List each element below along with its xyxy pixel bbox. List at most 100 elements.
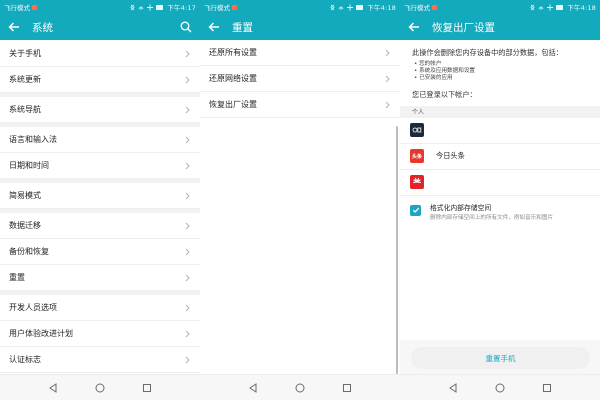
- bullet-item: • 已安装的应用: [414, 75, 453, 82]
- system-panel: 飞行模式 下午4:17 系统 关于手机 系统更新 系统导航 语言和输入法 日期和…: [0, 0, 200, 400]
- status-bar: 飞行模式 下午4:17: [0, 0, 200, 14]
- list-item[interactable]: 备份和恢复: [0, 239, 200, 265]
- chevron-right-icon: [383, 74, 391, 84]
- status-time: 下午4:18: [567, 4, 596, 12]
- status-time: 下午4:17: [167, 4, 196, 12]
- list-item[interactable]: 简易模式: [0, 183, 200, 209]
- account-item: 头条 今日头条: [400, 144, 600, 170]
- app-toolbar: 恢复出厂设置: [400, 14, 600, 40]
- list-item[interactable]: 认证标志: [0, 347, 200, 373]
- chevron-right-icon: [183, 273, 191, 283]
- chevron-right-icon: [383, 48, 391, 58]
- list-item[interactable]: 重置: [0, 265, 200, 291]
- factory-reset-panel: 飞行模式 下午4:18 恢复出厂设置 此操作会删除您内存设备中的部分数据，包括：: [400, 0, 600, 400]
- list-item-label: 恢复出厂设置: [209, 100, 257, 109]
- list-item[interactable]: 系统导航: [0, 97, 200, 123]
- chevron-right-icon: [183, 105, 191, 115]
- chevron-right-icon: [183, 135, 191, 145]
- reset-options-list: 还原所有设置 还原网络设置 恢复出厂设置: [200, 40, 400, 118]
- status-mode: 飞行模式: [404, 4, 430, 12]
- reset-description: 此操作会删除您内存设备中的部分数据，包括：: [412, 48, 563, 57]
- list-item-label: 用户体验改进计划: [9, 329, 73, 338]
- navigation-bar: [200, 374, 400, 400]
- huawei-icon: [410, 175, 424, 190]
- status-icons: [530, 4, 564, 10]
- format-storage-checkbox[interactable]: [410, 204, 421, 216]
- list-item-label: 还原网络设置: [209, 74, 257, 83]
- back-arrow-icon[interactable]: [6, 19, 22, 35]
- list-item-label: 还原所有设置: [209, 48, 257, 57]
- notification-icon: [432, 4, 437, 10]
- list-item[interactable]: 恢复出厂设置: [200, 92, 400, 118]
- chevron-right-icon: [383, 100, 391, 110]
- chevron-right-icon: [183, 303, 191, 313]
- status-time: 下午4:18: [367, 4, 396, 12]
- data-bullet-list: • 您的帐户 • 系统及应用数据和设置 • 已安装的应用: [400, 58, 600, 83]
- scrollbar[interactable]: [396, 126, 398, 374]
- chevron-right-icon: [183, 191, 191, 201]
- list-item[interactable]: 用户体验改进计划: [0, 321, 200, 347]
- notification-icon: [232, 4, 237, 10]
- list-item[interactable]: 数据迁移: [0, 213, 200, 239]
- list-item-label: 备份和恢复: [9, 247, 49, 256]
- status-bar: 飞行模式 下午4:18: [200, 0, 400, 14]
- account-item: [400, 170, 600, 196]
- chevron-right-icon: [183, 161, 191, 171]
- reset-panel: 飞行模式 下午4:18 重置 还原所有设置 还原网络设置 恢复出厂设置: [200, 0, 400, 400]
- format-storage-option: 格式化内部存储空间 删除内部存储空间上的所有文件，例如音乐和图片: [400, 196, 600, 223]
- back-arrow-icon[interactable]: [406, 19, 422, 35]
- status-icons: [330, 4, 364, 10]
- search-icon[interactable]: [178, 19, 194, 35]
- nav-home-icon[interactable]: [493, 381, 507, 395]
- list-item[interactable]: 开发人员选项: [0, 295, 200, 321]
- list-item[interactable]: 系统更新: [0, 67, 200, 93]
- list-item-label: 系统导航: [9, 105, 41, 114]
- list-item[interactable]: 还原所有设置: [200, 40, 400, 66]
- chevron-right-icon: [183, 49, 191, 59]
- nav-back-icon[interactable]: [446, 381, 460, 395]
- nav-recents-icon[interactable]: [340, 381, 354, 395]
- reset-phone-button[interactable]: 重置手机: [411, 347, 590, 369]
- list-item-label: 日期和时间: [9, 161, 49, 170]
- nav-back-icon[interactable]: [46, 381, 60, 395]
- page-title: 系统: [32, 21, 53, 34]
- checkbox-subtitle: 删除内部存储空间上的所有文件，例如音乐和图片: [430, 214, 554, 221]
- page-title: 重置: [232, 21, 253, 34]
- list-item-label: 关于手机: [9, 49, 41, 58]
- nav-home-icon[interactable]: [93, 381, 107, 395]
- chevron-right-icon: [183, 355, 191, 365]
- chevron-right-icon: [183, 329, 191, 339]
- list-item-label: 认证标志: [9, 355, 41, 364]
- notification-icon: [32, 4, 37, 10]
- checkbox-title: 格式化内部存储空间: [430, 203, 492, 212]
- chevron-right-icon: [183, 221, 191, 231]
- nav-recents-icon[interactable]: [140, 381, 154, 395]
- navigation-bar: [400, 374, 600, 400]
- list-item-label: 语言和输入法: [9, 135, 57, 144]
- list-item-label: 简易模式: [9, 191, 41, 200]
- chevron-right-icon: [183, 247, 191, 257]
- list-item-label: 数据迁移: [9, 221, 41, 230]
- account-item: [400, 118, 600, 144]
- app-toolbar: 系统: [0, 14, 200, 40]
- status-icons: [130, 4, 164, 10]
- app-toolbar: 重置: [200, 14, 400, 40]
- nav-recents-icon[interactable]: [540, 381, 554, 395]
- navigation-bar: [0, 374, 200, 400]
- list-item[interactable]: 还原网络设置: [200, 66, 400, 92]
- screenshot-stage: 飞行模式 下午4:17 系统 关于手机 系统更新 系统导航 语言和输入法 日期和…: [0, 0, 600, 400]
- status-bar: 飞行模式 下午4:18: [400, 0, 600, 14]
- list-item[interactable]: 语言和输入法: [0, 127, 200, 153]
- nav-back-icon[interactable]: [246, 381, 260, 395]
- list-item[interactable]: 日期和时间: [0, 153, 200, 179]
- account-name: 今日头条: [436, 151, 465, 161]
- account-id-icon: [410, 123, 424, 138]
- list-item[interactable]: 关于手机: [0, 41, 200, 67]
- list-item-label: 系统更新: [9, 75, 41, 84]
- section-header: 个人: [400, 105, 600, 118]
- status-mode: 飞行模式: [204, 4, 230, 12]
- page-title: 恢复出厂设置: [432, 21, 495, 34]
- nav-home-icon[interactable]: [293, 381, 307, 395]
- back-arrow-icon[interactable]: [206, 19, 222, 35]
- settings-list: 关于手机 系统更新 系统导航 语言和输入法 日期和时间 简易模式 数据迁移 备份…: [0, 40, 200, 373]
